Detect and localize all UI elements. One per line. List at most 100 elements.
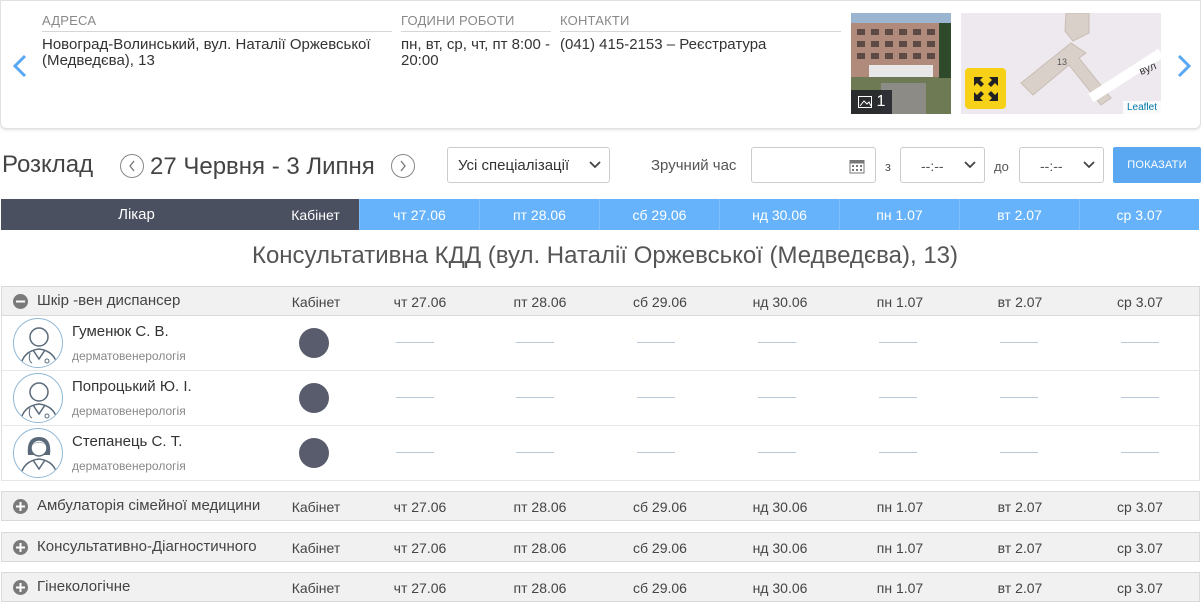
- contacts-label: КОНТАКТИ: [560, 13, 841, 32]
- group-day: ср 3.07: [1117, 294, 1163, 310]
- show-button[interactable]: ПОКАЗАТИ: [1113, 147, 1201, 183]
- group-day: ср 3.07: [1117, 499, 1163, 515]
- group-day: вт 2.07: [997, 540, 1043, 556]
- date-input[interactable]: [751, 147, 876, 183]
- convenient-time-label: Зручний час: [651, 157, 737, 174]
- clinic-photo[interactable]: 1: [851, 13, 951, 114]
- male-doctor-icon: [13, 318, 63, 368]
- prev-clinic-button[interactable]: [9, 51, 31, 81]
- group-day: ср 3.07: [1117, 540, 1163, 556]
- doctor-specialty: дерматовенерологія: [72, 349, 186, 363]
- group-day: чт 27.06: [393, 499, 447, 515]
- female-doctor-icon: [13, 428, 63, 478]
- group-cabinet: Кабінет: [291, 294, 341, 310]
- doctor-name[interactable]: Попроцький Ю. І.: [72, 378, 192, 395]
- group-day: сб 29.06: [633, 499, 687, 515]
- group-day: сб 29.06: [633, 294, 687, 310]
- doctor-row: Гуменюк С. В. дерматовенерологія: [1, 316, 1200, 371]
- group-header[interactable]: Амбулаторія сімейної медицини Кабінет чт…: [1, 491, 1200, 521]
- hours-block: ГОДИНИ РОБОТИ пн, вт, ср, чт, пт 8:00 - …: [401, 13, 551, 69]
- group-day: нд 30.06: [752, 580, 808, 596]
- contacts-block: КОНТАКТИ (041) 415-2153 – Реєстратура: [560, 13, 841, 53]
- hours-label: ГОДИНИ РОБОТИ: [401, 13, 551, 32]
- group-day: сб 29.06: [633, 540, 687, 556]
- chevron-down-icon: [964, 161, 976, 169]
- group-day: пн 1.07: [876, 580, 924, 596]
- doctor-name[interactable]: Степанець С. Т.: [72, 433, 182, 450]
- map-attribution[interactable]: Leaflet: [1122, 101, 1161, 114]
- empty-slot: [396, 397, 434, 398]
- group-day: вт 2.07: [997, 580, 1043, 596]
- next-week-button[interactable]: [391, 154, 415, 178]
- cabinet-dot: [299, 383, 329, 413]
- doctor-specialty: дерматовенерологія: [72, 459, 186, 473]
- chevron-down-icon: [589, 161, 601, 169]
- group-day: пт 28.06: [513, 540, 567, 556]
- group-cabinet: Кабінет: [291, 499, 341, 515]
- chevron-left-icon: [129, 160, 135, 172]
- empty-slot: [879, 342, 917, 343]
- empty-slot: [637, 452, 675, 453]
- specialization-select[interactable]: Усі спеціалізації: [447, 147, 610, 183]
- time-to-select[interactable]: --:--: [1019, 147, 1104, 183]
- header-day: нд 30.06: [719, 199, 839, 230]
- collapse-icon[interactable]: [13, 294, 28, 309]
- chevron-down-icon: [1083, 161, 1095, 169]
- expand-map-button[interactable]: [965, 68, 1006, 109]
- group-header[interactable]: Гінекологічне Кабінет чт 27.06 пт 28.06 …: [1, 572, 1200, 602]
- schedule-header-row: Лікар Кабінет чт 27.06 пт 28.06 сб 29.06…: [1, 199, 1201, 230]
- group-day: вт 2.07: [997, 294, 1043, 310]
- next-clinic-button[interactable]: [1173, 51, 1195, 81]
- clinic-map[interactable]: 13 вул Leaflet: [961, 13, 1161, 114]
- calendar-icon[interactable]: [849, 158, 865, 174]
- group-day: сб 29.06: [633, 580, 687, 596]
- group-day: чт 27.06: [393, 294, 447, 310]
- header-cabinet: Кабінет: [272, 199, 359, 230]
- group-cabinet: Кабінет: [291, 540, 341, 556]
- empty-slot: [516, 342, 554, 343]
- empty-slot: [1000, 452, 1038, 453]
- address-label: АДРЕСА: [42, 13, 392, 32]
- header-day: сб 29.06: [599, 199, 719, 230]
- cabinet-dot: [299, 328, 329, 358]
- empty-slot: [758, 342, 796, 343]
- week-range: 27 Червня - 3 Липня: [150, 153, 375, 180]
- svg-text:13: 13: [1057, 57, 1067, 67]
- group-header[interactable]: Консультативно-Діагностичного Кабінет чт…: [1, 532, 1200, 562]
- time-from-select[interactable]: --:--: [900, 147, 985, 183]
- header-day: ср 3.07: [1079, 199, 1199, 230]
- expand-icon[interactable]: [13, 540, 28, 555]
- time-to-value: --:--: [1040, 158, 1063, 174]
- empty-slot: [637, 342, 675, 343]
- doctor-row: Попроцький Ю. І. дерматовенерологія: [1, 371, 1200, 426]
- empty-slot: [1121, 452, 1159, 453]
- group-day: пн 1.07: [876, 294, 924, 310]
- empty-slot: [637, 397, 675, 398]
- empty-slot: [879, 397, 917, 398]
- empty-slot: [758, 452, 796, 453]
- expand-icon[interactable]: [13, 499, 28, 514]
- expand-icon[interactable]: [13, 580, 28, 595]
- empty-slot: [879, 452, 917, 453]
- group-day: пт 28.06: [513, 580, 567, 596]
- group-day: чт 27.06: [393, 580, 447, 596]
- header-day: чт 27.06: [359, 199, 479, 230]
- empty-slot: [1121, 342, 1159, 343]
- prev-week-button[interactable]: [120, 154, 144, 178]
- empty-slot: [396, 452, 434, 453]
- group-day: пт 28.06: [513, 294, 567, 310]
- group-day: нд 30.06: [752, 294, 808, 310]
- group-header[interactable]: Шкір -вен диспансер Кабінет чт 27.06 пт …: [1, 286, 1200, 316]
- doctor-name[interactable]: Гуменюк С. В.: [72, 323, 169, 340]
- clinic-title: Консультативна КДД (вул. Наталії Оржевсь…: [251, 242, 959, 269]
- image-icon: [857, 96, 872, 108]
- chevron-right-icon: [1177, 54, 1192, 78]
- photo-count-badge[interactable]: 1: [851, 90, 892, 114]
- empty-slot: [1121, 397, 1159, 398]
- contacts-value[interactable]: (041) 415-2153 – Реєстратура: [560, 37, 841, 53]
- group-day: чт 27.06: [393, 540, 447, 556]
- cabinet-dot: [299, 438, 329, 468]
- schedule-title: Розклад: [2, 151, 94, 178]
- address-block: АДРЕСА Новоград-Волинський, вул. Наталії…: [42, 13, 392, 69]
- male-doctor-icon: [13, 373, 63, 423]
